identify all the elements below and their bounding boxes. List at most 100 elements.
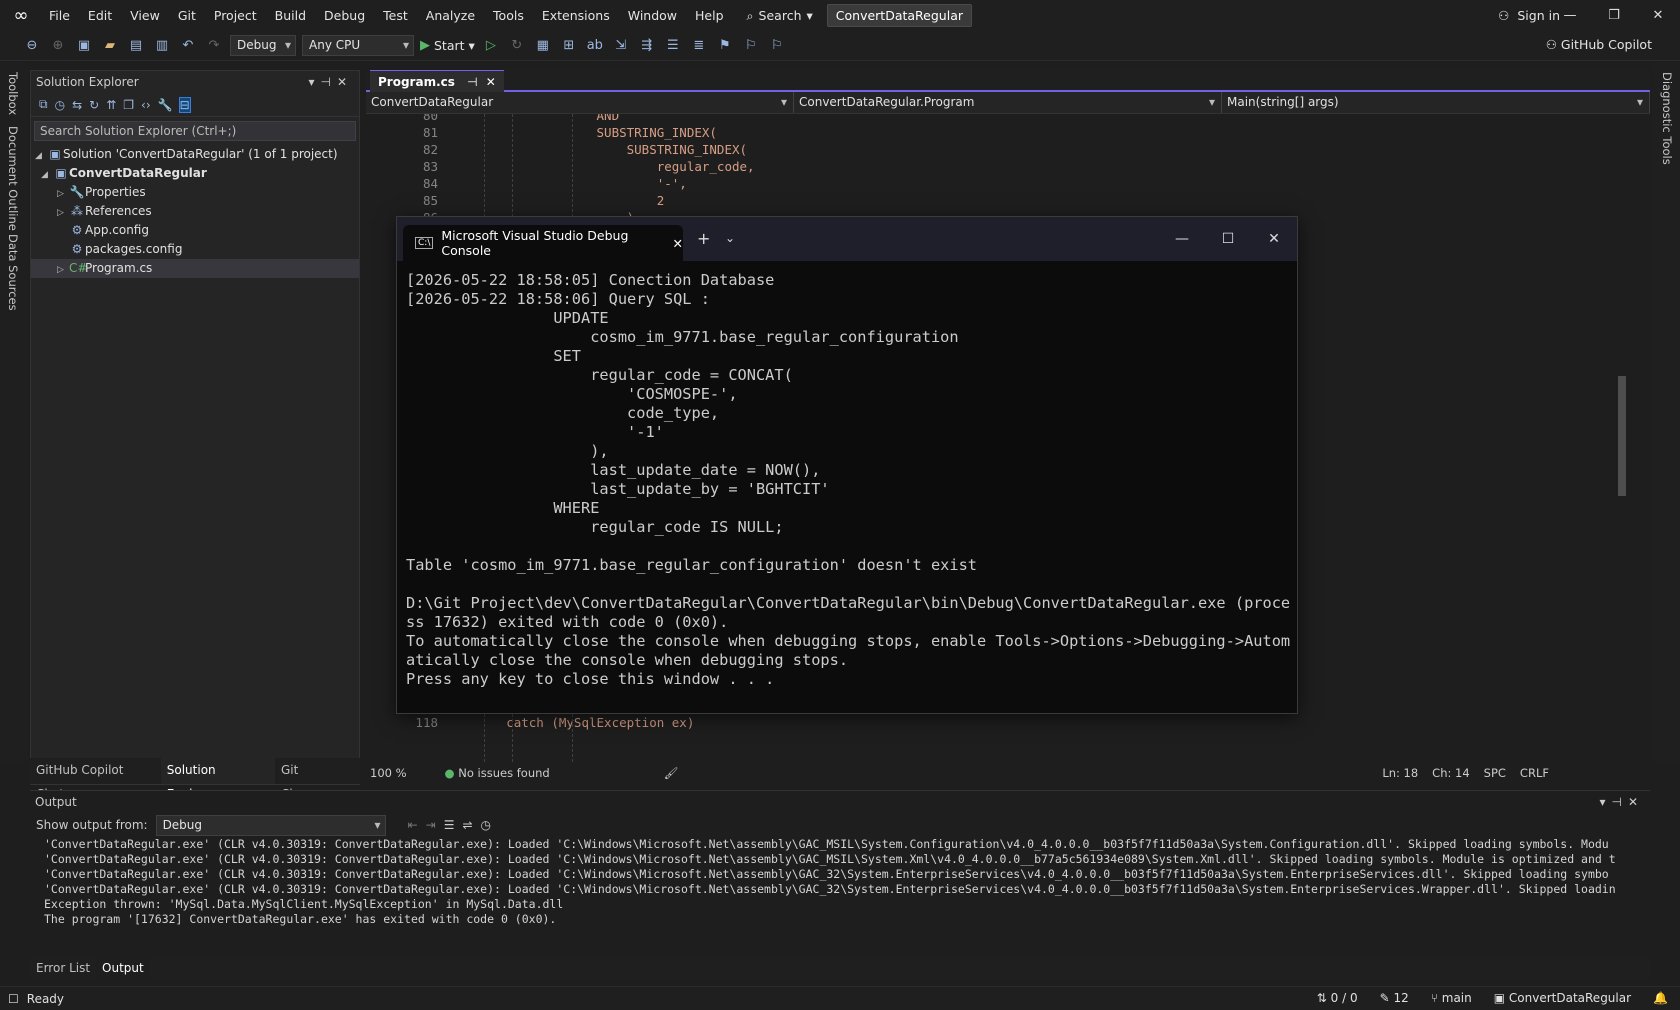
- save-all-icon[interactable]: ▥: [152, 38, 172, 53]
- tab-output[interactable]: Output: [96, 958, 150, 980]
- menu-view[interactable]: View: [121, 0, 169, 31]
- solution-name-badge[interactable]: ConvertDataRegular: [826, 4, 972, 27]
- new-tab-icon[interactable]: +: [697, 229, 710, 248]
- close-icon[interactable]: ✕: [1636, 0, 1680, 31]
- tree-item-references[interactable]: ▷ ⁂ References: [31, 202, 359, 221]
- collapse-all-icon[interactable]: ⇈: [106, 98, 116, 112]
- menu-analyze[interactable]: Analyze: [417, 0, 484, 31]
- prev-bookmark-icon[interactable]: ⚐: [741, 38, 761, 53]
- menu-edit[interactable]: Edit: [79, 0, 121, 31]
- column-number[interactable]: Ch: 14: [1432, 766, 1469, 780]
- pin-icon[interactable]: ⊣: [467, 75, 477, 89]
- browse-icon[interactable]: ▦: [533, 38, 553, 53]
- panel-controls[interactable]: ▾⊣✕: [308, 71, 353, 93]
- sync-icon[interactable]: ⇆: [72, 98, 82, 112]
- scrollbar-thumb[interactable]: [1618, 376, 1626, 496]
- menu-git[interactable]: Git: [169, 0, 205, 31]
- word-wrap-icon[interactable]: ⇌: [462, 818, 472, 832]
- bookmark-icon[interactable]: ⚑: [715, 38, 735, 53]
- tree-item-packages-config[interactable]: ⚙ packages.config: [31, 240, 359, 259]
- back-icon[interactable]: ⊖: [22, 38, 42, 53]
- forward-icon[interactable]: ⊕: [48, 38, 68, 53]
- whitespace-indicator[interactable]: SPC: [1484, 766, 1506, 780]
- next-message-icon[interactable]: ⇥: [426, 818, 436, 832]
- tab-error-list[interactable]: Error List: [30, 958, 96, 980]
- search-button[interactable]: ⌕ Search ▾: [747, 8, 813, 24]
- close-icon[interactable]: ✕: [486, 75, 496, 89]
- close-tab-icon[interactable]: ✕: [673, 236, 683, 251]
- minimize-icon[interactable]: —: [1548, 0, 1592, 31]
- code-line[interactable]: 2: [446, 193, 665, 208]
- format-icon[interactable]: ⇶: [637, 38, 657, 53]
- notifications-icon[interactable]: 🔔: [1653, 987, 1668, 1010]
- spellcheck-icon[interactable]: ab: [585, 38, 605, 53]
- find-message-icon[interactable]: ⇤: [408, 818, 418, 832]
- menu-test[interactable]: Test: [374, 0, 417, 31]
- visual-studio-logo-icon[interactable]: ∞: [10, 5, 32, 27]
- tab-git-changes[interactable]: Git Changes: [275, 758, 360, 801]
- panel-controls[interactable]: ▾⊣✕: [1599, 791, 1644, 813]
- tree-item-solution[interactable]: ◢ ▣ Solution 'ConvertDataRegular' (1 of 1 …: [31, 145, 359, 164]
- next-bookmark-icon[interactable]: ⚐: [767, 38, 787, 53]
- repository-indicator[interactable]: ▣ ConvertDataRegular: [1494, 987, 1631, 1010]
- menu-help[interactable]: Help: [686, 0, 733, 31]
- properties-icon[interactable]: 🔧: [158, 98, 173, 112]
- tree-item-project[interactable]: ◢ ▣ ConvertDataRegular: [31, 164, 359, 183]
- refresh-icon[interactable]: ↻: [89, 98, 99, 112]
- output-text[interactable]: 'ConvertDataRegular.exe' (CLR v4.0.30319…: [30, 837, 1650, 933]
- code-line[interactable]: SUBSTRING_INDEX(: [446, 142, 747, 157]
- tab-solution-explorer[interactable]: Solution Explorer: [160, 758, 275, 801]
- brush-icon[interactable]: 🖌: [664, 766, 679, 780]
- maximize-icon[interactable]: ☐: [1205, 217, 1251, 261]
- menu-window[interactable]: Window: [619, 0, 686, 31]
- tree-item-program-cs[interactable]: ▷ C#Program.cs: [31, 259, 359, 278]
- minimize-icon[interactable]: —: [1159, 217, 1205, 261]
- open-folder-icon[interactable]: ▰: [100, 38, 120, 53]
- editor-vertical-scrollbar[interactable]: [1616, 114, 1628, 762]
- outdent-icon[interactable]: ≣: [689, 38, 709, 53]
- save-icon[interactable]: ▤: [126, 38, 146, 53]
- project-dropdown[interactable]: ConvertDataRegular: [366, 92, 794, 113]
- platform-select[interactable]: Any CPU: [302, 35, 414, 56]
- tree-item-properties[interactable]: ▷ 🔧Properties: [31, 183, 359, 202]
- tab-program-cs[interactable]: Program.cs ⊣ ✕: [370, 70, 504, 92]
- line-number[interactable]: Ln: 18: [1382, 766, 1418, 780]
- menu-tools[interactable]: Tools: [484, 0, 533, 31]
- configuration-select[interactable]: Debug: [230, 35, 296, 56]
- menu-file[interactable]: File: [40, 0, 79, 31]
- console-output[interactable]: [2026-05-22 18:58:05] Conection Database…: [397, 261, 1297, 699]
- github-copilot-button[interactable]: ⚇ GitHub Copilot: [1546, 37, 1652, 52]
- start-debugging-button[interactable]: ▶ Start ▾: [420, 38, 475, 53]
- new-project-icon[interactable]: ▣: [74, 38, 94, 53]
- indent-icon[interactable]: ☰: [663, 38, 683, 53]
- tab-dropdown-icon[interactable]: ⌄: [725, 231, 735, 245]
- output-source-select[interactable]: Debug: [155, 814, 386, 836]
- menu-extensions[interactable]: Extensions: [533, 0, 619, 31]
- code-line[interactable]: SUBSTRING_INDEX(: [446, 125, 717, 140]
- member-dropdown[interactable]: Main(string[] args): [1222, 92, 1650, 113]
- issues-indicator[interactable]: ● No issues found: [445, 766, 550, 780]
- solution-search-input[interactable]: Search Solution Explorer (Ctrl+;): [34, 121, 356, 141]
- pending-changes-icon[interactable]: ◷: [55, 98, 65, 112]
- code-line[interactable]: regular_code,: [446, 159, 755, 174]
- tree-item-app-config[interactable]: ⚙ App.config: [31, 221, 359, 240]
- step-icon[interactable]: ⇲: [611, 38, 631, 53]
- layout-icon[interactable]: ⊞: [559, 38, 579, 53]
- diagnostic-tools-tab[interactable]: Diagnostic Tools: [1660, 72, 1674, 165]
- menu-project[interactable]: Project: [205, 0, 266, 31]
- git-changes-indicator[interactable]: ⇅ 0 / 0: [1317, 987, 1358, 1010]
- show-all-files-icon[interactable]: ❐: [123, 98, 134, 112]
- timestamp-icon[interactable]: ◷: [481, 818, 491, 832]
- zoom-level[interactable]: 100 %: [370, 766, 407, 780]
- document-outline-tab[interactable]: Document Outline: [6, 126, 20, 231]
- code-line[interactable]: '-',: [446, 176, 687, 191]
- code-line[interactable]: AND: [446, 114, 620, 123]
- pending-edits-indicator[interactable]: ✎ 12: [1380, 987, 1409, 1010]
- menu-debug[interactable]: Debug: [315, 0, 374, 31]
- clear-all-icon[interactable]: ☰: [444, 818, 455, 832]
- switch-views-icon[interactable]: ⧉: [39, 97, 48, 112]
- line-ending-indicator[interactable]: CRLF: [1520, 766, 1549, 780]
- hot-reload-icon[interactable]: ↻: [507, 38, 527, 53]
- undo-icon[interactable]: ↶: [178, 38, 198, 53]
- menu-build[interactable]: Build: [266, 0, 315, 31]
